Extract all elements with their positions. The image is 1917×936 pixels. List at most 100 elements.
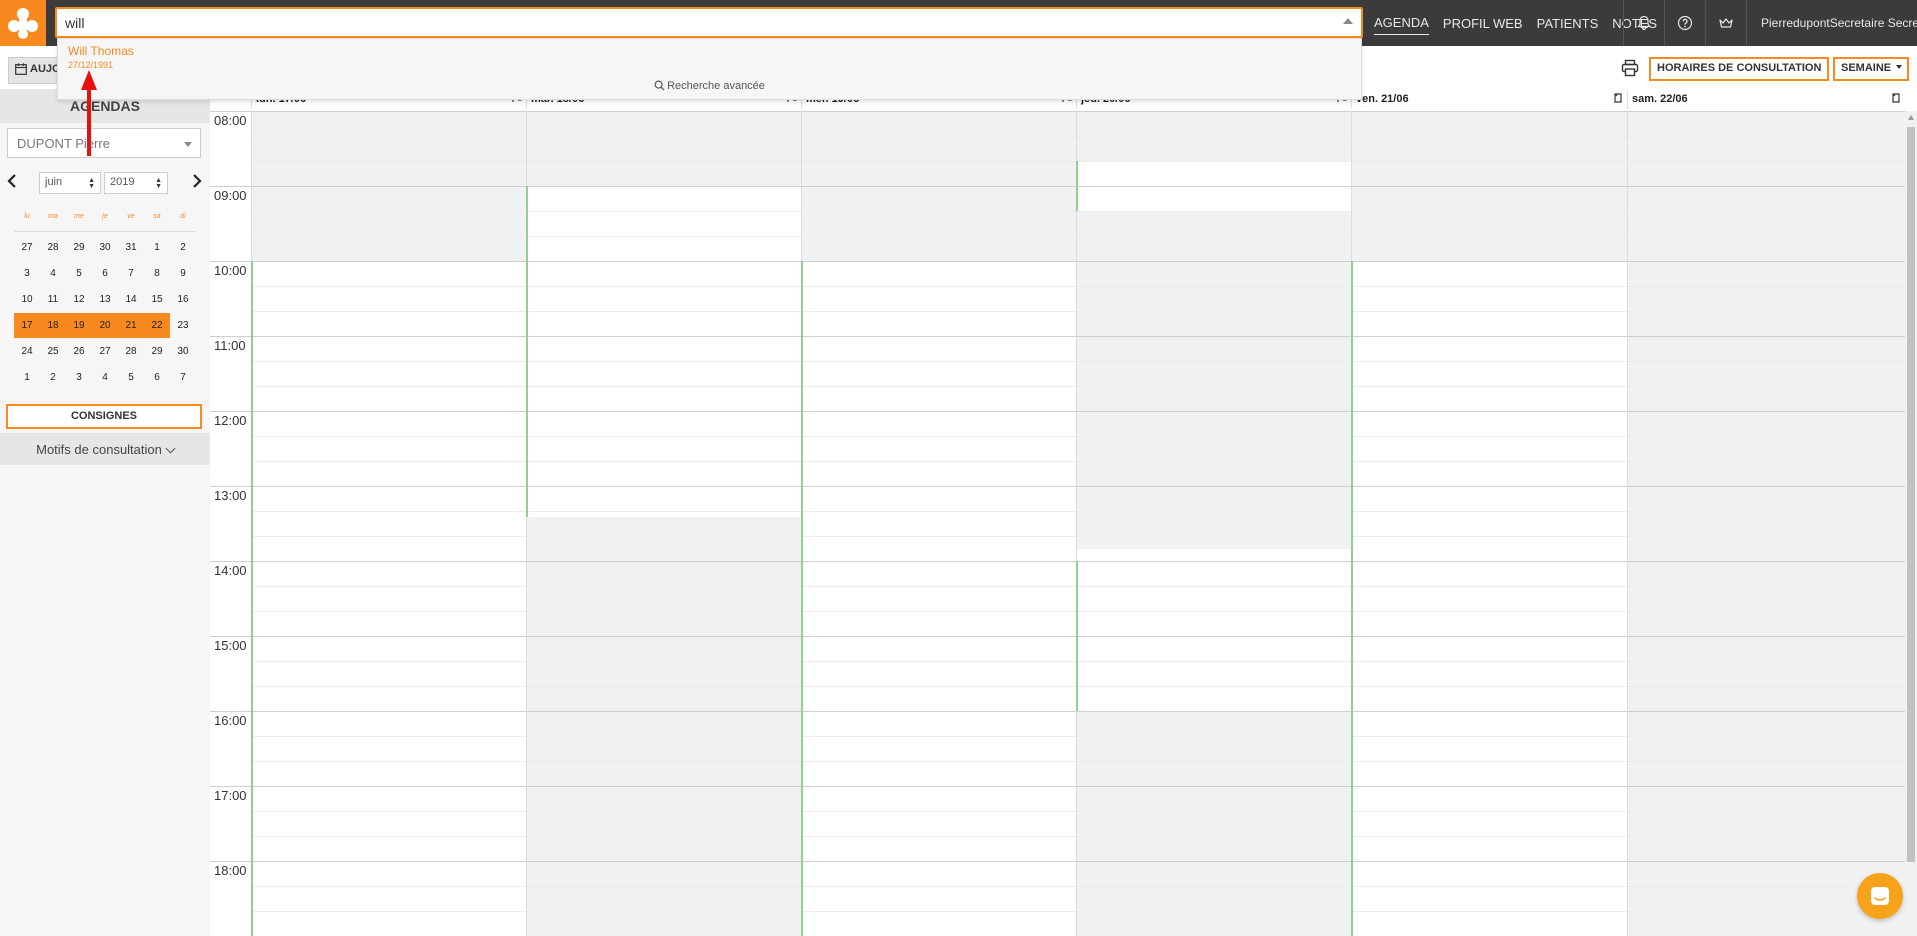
calendar-day[interactable]: 15 bbox=[144, 287, 170, 312]
calendar-day[interactable]: 30 bbox=[92, 235, 118, 260]
calendar-day[interactable]: 26 bbox=[66, 339, 92, 364]
calendar-day[interactable]: 24 bbox=[14, 339, 40, 364]
calendar-day[interactable]: 11 bbox=[40, 287, 66, 312]
calendar-day[interactable]: 12 bbox=[66, 287, 92, 312]
motifs-toggle[interactable]: Motifs de consultation bbox=[0, 433, 210, 465]
calendar-day[interactable]: 6 bbox=[92, 261, 118, 286]
calendar-day-selected[interactable]: 18 bbox=[40, 313, 66, 338]
calendar-day[interactable]: 7 bbox=[170, 365, 196, 390]
calendar-day[interactable]: 27 bbox=[14, 235, 40, 260]
consultation-hours-button[interactable]: HORAIRES DE CONSULTATION bbox=[1649, 57, 1829, 81]
week-calendar-grid[interactable]: 08:00 09:00 10:00 11:00 12:00 13:00 14:0… bbox=[210, 111, 1905, 936]
time-label: 13:00 bbox=[214, 488, 247, 503]
calendar-day[interactable]: 28 bbox=[40, 235, 66, 260]
view-select-button[interactable]: SEMAINE bbox=[1833, 57, 1909, 81]
calendar-day[interactable]: 14 bbox=[118, 287, 144, 312]
calendar-day[interactable]: 29 bbox=[66, 235, 92, 260]
advanced-search-label: Recherche avancée bbox=[667, 80, 765, 92]
calendar-day[interactable]: 25 bbox=[40, 339, 66, 364]
month-select[interactable]: juin ▲ ▼ bbox=[39, 172, 101, 194]
calendar-day[interactable]: 1 bbox=[14, 365, 40, 390]
calendar-day-selected[interactable]: 19 bbox=[66, 313, 92, 338]
calendar-day[interactable]: 2 bbox=[40, 365, 66, 390]
advanced-search-link[interactable]: Recherche avancée bbox=[58, 80, 1361, 92]
calendar-day[interactable]: 30 bbox=[170, 339, 196, 364]
time-label: 10:00 bbox=[214, 263, 247, 278]
calendar-day[interactable]: 7 bbox=[118, 261, 144, 286]
nav-patients[interactable]: PATIENTS bbox=[1537, 12, 1599, 35]
slot-line bbox=[250, 136, 1905, 137]
patient-search-box[interactable] bbox=[55, 7, 1363, 38]
caret-down-icon bbox=[1896, 65, 1903, 69]
calendar-day[interactable]: 5 bbox=[66, 261, 92, 286]
calendar-day[interactable]: 27 bbox=[92, 339, 118, 364]
chevron-down-icon bbox=[184, 142, 192, 147]
nav-profil-web[interactable]: PROFIL WEB bbox=[1443, 12, 1523, 35]
slot-line bbox=[250, 511, 1905, 512]
calendar-icon bbox=[15, 63, 27, 75]
calendar-scrollbar[interactable] bbox=[1905, 111, 1917, 936]
scrollbar-thumb[interactable] bbox=[1907, 127, 1915, 862]
doctor-select[interactable]: DUPONT Pierre bbox=[7, 128, 201, 158]
slot-line bbox=[250, 811, 1905, 812]
today-button[interactable]: AUJOURD'HUI bbox=[8, 57, 62, 84]
day-header-friday[interactable]: ven. 21/06 bbox=[1351, 91, 1627, 109]
calendar-day[interactable]: 6 bbox=[144, 365, 170, 390]
calendar-day[interactable]: 5 bbox=[118, 365, 144, 390]
calendar-day[interactable]: 29 bbox=[144, 339, 170, 364]
calendar-week-row: 1 2 3 4 5 6 7 bbox=[14, 365, 196, 390]
help-button[interactable] bbox=[1664, 0, 1705, 46]
day-header-label: ven. 21/06 bbox=[1356, 93, 1409, 105]
nav-agenda[interactable]: AGENDA bbox=[1374, 11, 1429, 35]
year-select[interactable]: 2019 ▲ ▼ bbox=[104, 172, 168, 194]
user-menu[interactable]: PierredupontSecretaire Secre... bbox=[1746, 0, 1917, 46]
app-logo[interactable] bbox=[0, 0, 46, 46]
calendar-day-selected[interactable]: 17 bbox=[14, 313, 40, 338]
scroll-up-icon[interactable] bbox=[1908, 115, 1914, 120]
unavailable-slot bbox=[1076, 711, 1351, 936]
calendar-day[interactable]: 3 bbox=[14, 261, 40, 286]
time-label: 18:00 bbox=[214, 863, 247, 878]
patient-search-input[interactable] bbox=[65, 13, 1305, 33]
availability-marker bbox=[1076, 161, 1078, 211]
day-header-saturday[interactable]: sam. 22/06 bbox=[1627, 91, 1905, 109]
notifications-button[interactable] bbox=[1623, 0, 1664, 46]
calendar-day[interactable]: 10 bbox=[14, 287, 40, 312]
calendar-day[interactable]: 4 bbox=[40, 261, 66, 286]
calendar-day[interactable]: 28 bbox=[118, 339, 144, 364]
day-note-icon[interactable] bbox=[1891, 93, 1901, 103]
calendar-day[interactable]: 13 bbox=[92, 287, 118, 312]
search-result-item[interactable]: Will Thomas 27/12/1991 bbox=[58, 39, 1361, 77]
calendar-day-selected[interactable]: 22 bbox=[144, 313, 170, 338]
hour-line bbox=[210, 711, 1905, 712]
calendar-day[interactable]: 3 bbox=[66, 365, 92, 390]
calendar-day[interactable]: 31 bbox=[118, 235, 144, 260]
calendar-day[interactable]: 2 bbox=[170, 235, 196, 260]
calendar-day[interactable]: 4 bbox=[92, 365, 118, 390]
weekday-label: di bbox=[180, 213, 186, 220]
weekday-label: ve bbox=[127, 213, 135, 220]
calendar-day[interactable]: 23 bbox=[170, 313, 196, 338]
print-button[interactable] bbox=[1621, 59, 1639, 80]
consignes-button[interactable]: CONSIGNES bbox=[6, 404, 202, 429]
day-note-icon[interactable] bbox=[1613, 93, 1623, 103]
calendar-day[interactable]: 8 bbox=[144, 261, 170, 286]
next-month-icon[interactable] bbox=[192, 174, 202, 193]
prev-month-icon[interactable] bbox=[7, 174, 17, 193]
chat-button[interactable] bbox=[1857, 873, 1903, 919]
help-icon bbox=[1677, 15, 1693, 31]
search-collapse-icon[interactable] bbox=[1343, 18, 1353, 24]
hour-line bbox=[210, 186, 1905, 187]
premium-button[interactable] bbox=[1705, 0, 1746, 46]
bell-icon bbox=[1637, 15, 1651, 31]
month-select-value: juin bbox=[45, 176, 63, 188]
search-icon bbox=[654, 80, 665, 91]
calendar-day-selected[interactable]: 21 bbox=[118, 313, 144, 338]
time-label: 16:00 bbox=[214, 713, 247, 728]
time-label: 15:00 bbox=[214, 638, 247, 653]
calendar-day-selected[interactable]: 20 bbox=[92, 313, 118, 338]
calendar-day[interactable]: 9 bbox=[170, 261, 196, 286]
calendar-day[interactable]: 1 bbox=[144, 235, 170, 260]
calendar-day[interactable]: 16 bbox=[170, 287, 196, 312]
day-column-line bbox=[1076, 111, 1077, 936]
